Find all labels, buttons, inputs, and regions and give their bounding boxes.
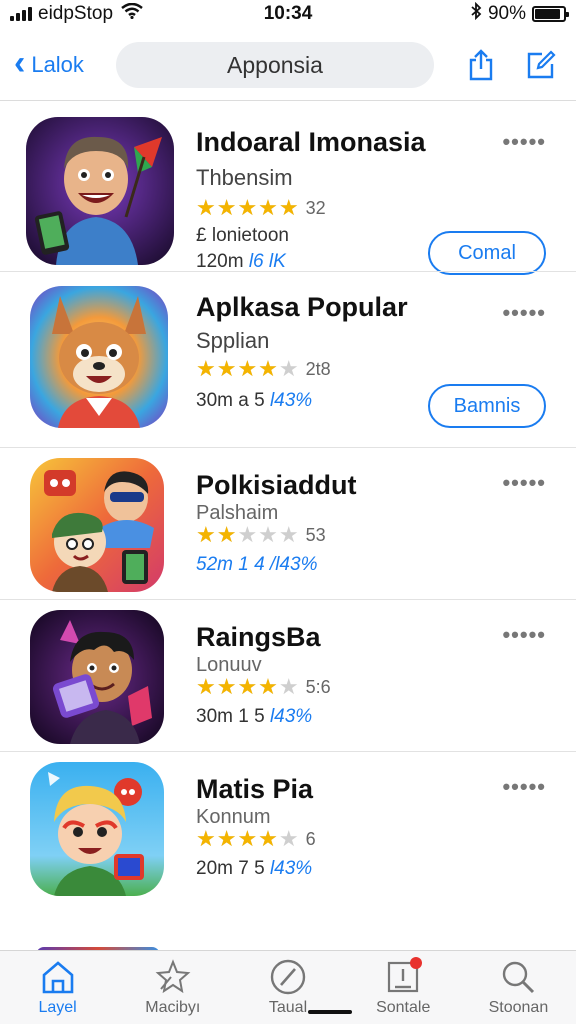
more-icon[interactable]: ••••• <box>502 131 546 153</box>
app-meta: 20m 7 5 l43% <box>196 858 312 880</box>
rating-count: 32 <box>305 197 326 218</box>
app-meta: 30m 1 5 l43% <box>196 706 312 728</box>
rating: ★★★★★★★★★★ 53 <box>196 524 326 546</box>
battery-fill <box>535 9 561 19</box>
list-item[interactable]: Polkisiaddut Palshaim ★★★★★★★★★★ 53 52m … <box>0 447 576 599</box>
star-rating-icon: ★★★★★★★★★★ <box>196 826 300 851</box>
app-icon[interactable] <box>30 286 168 428</box>
app-subtitle: Thbensim <box>196 165 293 190</box>
app-name[interactable]: RaingsBa <box>196 622 321 653</box>
tab-label: Macibyı <box>145 999 201 1016</box>
app-icon[interactable] <box>30 762 164 896</box>
rating: ★★★★★ ★★★★★ 32 <box>196 197 326 219</box>
compose-icon[interactable] <box>526 49 556 81</box>
search-icon <box>498 957 538 997</box>
app-meta: 30m a 5 l43% <box>196 390 312 412</box>
notification-badge <box>409 957 422 969</box>
rating: ★★★★★★★★★★ 5:6 <box>196 676 331 698</box>
app-name[interactable]: Polkisiaddut <box>196 470 357 501</box>
star-rating-icon: ★★★★★★★★★★ <box>196 356 300 381</box>
share-icon[interactable] <box>466 49 496 81</box>
tab-today[interactable]: Layel <box>0 951 115 1024</box>
home-icon <box>38 957 78 997</box>
meta-highlight: 52m 1 4 /l43% <box>196 554 318 575</box>
app-name[interactable]: Aplkasa Popular <box>196 292 408 323</box>
rating-count: 5:6 <box>305 676 331 697</box>
wifi-icon <box>121 2 143 25</box>
meta-highlight: l43% <box>269 858 313 879</box>
tab-label: Taual <box>268 999 308 1016</box>
meta-text: 20m 7 5 <box>196 858 270 879</box>
meta-text: 30m a 5 <box>196 390 270 411</box>
back-button[interactable]: ‹ Lalok <box>14 46 114 80</box>
chevron-left-icon: ‹ <box>14 44 26 82</box>
star-icon <box>153 957 193 997</box>
get-button[interactable]: Bamnis <box>428 384 546 428</box>
rating-count: 6 <box>305 828 316 849</box>
app-icon[interactable] <box>30 610 164 744</box>
list-item[interactable]: Aplkasa Popular Spplian ★★★★★★★★★★ 2t8 3… <box>0 271 576 447</box>
home-indicator <box>308 1010 352 1014</box>
navigation-bar: ‹ Lalok Apponsia <box>0 36 576 94</box>
app-icon[interactable] <box>26 117 174 265</box>
more-icon[interactable]: ••••• <box>502 472 546 494</box>
tab-label: Layel <box>38 999 77 1016</box>
get-button[interactable]: Comal <box>428 231 546 275</box>
star-rating-icon: ★★★★★★★★★★ <box>196 674 300 699</box>
rating-count: 53 <box>305 524 326 545</box>
app-meta: 120m l6 lK <box>196 251 286 273</box>
compass-icon <box>268 957 308 997</box>
app-icon[interactable] <box>30 458 164 592</box>
app-meta: 52m 1 4 /l43% <box>196 554 317 576</box>
app-subtitle: Spplian <box>196 328 270 353</box>
app-extra: £ lonietoon <box>196 225 289 246</box>
tab-updates[interactable]: Sontale <box>346 951 461 1024</box>
status-bar: eidpStop 10:34 90% <box>0 0 576 28</box>
tab-label: Sontale <box>376 999 431 1016</box>
tab-bar: Layel Macibyı Taual Sontale Stoonan <box>0 950 576 1024</box>
bluetooth-icon <box>470 1 482 26</box>
carrier-label: eidpStop <box>38 3 114 24</box>
meta-highlight: l43% <box>269 706 313 727</box>
tab-label: Stoonan <box>488 999 549 1016</box>
app-list: Indoaral Imonasia Thbensim ★★★★★ ★★★★★ 32… <box>0 101 576 903</box>
page-title[interactable]: Apponsia <box>116 42 434 88</box>
meta-highlight: l6 lK <box>248 251 286 272</box>
battery-percent: 90% <box>487 3 526 24</box>
rating: ★★★★★★★★★★ 2t8 <box>196 358 331 380</box>
app-name[interactable]: Matis Pia <box>196 774 313 805</box>
back-label: Lalok <box>31 52 84 77</box>
list-item[interactable]: RaingsBa Lonuuv ★★★★★★★★★★ 5:6 30m 1 5 l… <box>0 599 576 751</box>
tab-games[interactable]: Macibyı <box>115 951 230 1024</box>
battery-icon <box>532 6 569 22</box>
rating: ★★★★★★★★★★ 6 <box>196 828 316 850</box>
meta-text: 120m <box>196 251 249 272</box>
more-icon[interactable]: ••••• <box>502 776 546 798</box>
more-icon[interactable]: ••••• <box>502 302 546 324</box>
tab-search[interactable]: Stoonan <box>461 951 576 1024</box>
more-icon[interactable]: ••••• <box>502 624 546 646</box>
rating-count: 2t8 <box>305 358 331 379</box>
star-rating-icon: ★★★★★★★★★★ <box>196 195 300 220</box>
list-item[interactable]: Indoaral Imonasia Thbensim ★★★★★ ★★★★★ 32… <box>0 101 576 275</box>
meta-highlight: l43% <box>269 390 313 411</box>
list-item[interactable]: Matis Pia Konnum ★★★★★★★★★★ 6 20m 7 5 l4… <box>0 751 576 903</box>
meta-text: 30m 1 5 <box>196 706 270 727</box>
app-name[interactable]: Indoaral Imonasia <box>196 127 426 158</box>
star-rating-icon: ★★★★★★★★★★ <box>196 522 300 547</box>
signal-icon <box>10 7 32 21</box>
